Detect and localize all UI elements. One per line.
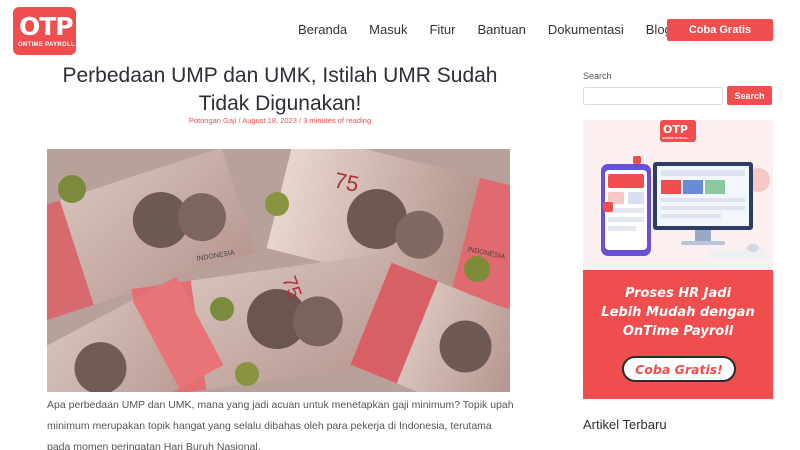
search-input[interactable] [583, 87, 723, 105]
promo-logo-subtext: ONTIME PAYROLL [662, 136, 689, 140]
promo-headline: Proses HR Jadi Lebih Mudah dengan OnTime… [583, 284, 773, 341]
promo-banner[interactable]: OTP ONTIME PAYROLL Proses HR Jadi Lebih … [583, 120, 773, 399]
meta-reading-time: 3 minutes of reading [303, 116, 372, 125]
coba-gratis-button[interactable]: Coba Gratis [667, 19, 773, 41]
recent-articles-heading: Artikel Terbaru [583, 417, 667, 432]
logo-mark: OTP [19, 12, 74, 41]
nav-bantuan[interactable]: Bantuan [477, 22, 525, 37]
meta-category-link[interactable]: Potongan Gaji [189, 116, 237, 125]
nav-fitur[interactable]: Fitur [429, 22, 455, 37]
main-nav: Beranda Masuk Fitur Bantuan Dokumentasi … [298, 22, 707, 37]
article-intro: Apa perbedaan UMP dan UMK, mana yang jad… [47, 399, 514, 450]
article-meta: Potongan Gaji / August 18, 2023 / 3 minu… [188, 116, 372, 125]
app-devices-illustration [601, 156, 770, 260]
banknote-value: 75 [332, 167, 361, 197]
site-logo[interactable]: OTP ONTIME PAYROLL [13, 7, 76, 55]
promo-logo-mark: OTP [663, 123, 688, 136]
nav-dokumentasi[interactable]: Dokumentasi [548, 22, 624, 37]
nav-masuk[interactable]: Masuk [369, 22, 407, 37]
meta-date: August 18, 2023 [242, 116, 297, 125]
promo-headline-line-3: OnTime Payroll [622, 324, 734, 339]
banknotes-illustration: 75 75 INDONESIA INDONESIA [47, 149, 510, 392]
site-header: OTP ONTIME PAYROLL Beranda Masuk Fitur B… [0, 0, 800, 62]
article-title: Perbedaan UMP dan UMK, Istilah UMR Sudah… [62, 64, 498, 115]
search-label: Search [583, 71, 612, 81]
promo-headline-line-1: Proses HR Jadi [624, 286, 732, 301]
search-button[interactable]: Search [727, 86, 772, 105]
promo-logo: OTP ONTIME PAYROLL [660, 120, 696, 142]
promo-headline-line-2: Lebih Mudah dengan [601, 305, 755, 320]
hero-image: 75 75 INDONESIA INDONESIA [47, 149, 510, 392]
promo-cta-button[interactable]: Coba Gratis! [622, 356, 736, 382]
nav-beranda[interactable]: Beranda [298, 22, 347, 37]
logo-subtext: ONTIME PAYROLL [18, 42, 75, 48]
promo-banner-top: OTP ONTIME PAYROLL [583, 120, 773, 270]
